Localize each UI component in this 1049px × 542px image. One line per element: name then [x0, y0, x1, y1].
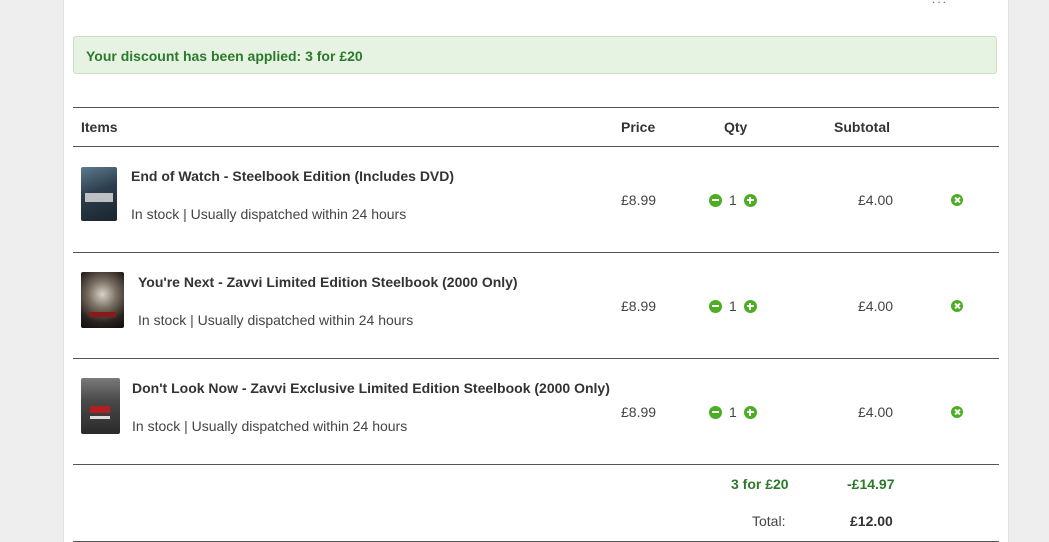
product-title[interactable]: You're Next - Zavvi Limited Edition Stee… [138, 274, 518, 290]
header-items: Items [81, 119, 118, 135]
top-fragment-text: ... [932, 0, 948, 6]
item-subtotal: £4.00 [858, 404, 894, 420]
basket-page: ... Your discount has been applied: 3 fo… [63, 0, 1009, 542]
remove-item-icon[interactable] [951, 194, 963, 206]
header-qty: Qty [724, 119, 748, 135]
table-header: Items Price Qty Subtotal [73, 107, 999, 147]
table-row: Don't Look Now - Zavvi Exclusive Limited… [73, 359, 999, 465]
increase-quantity-icon[interactable] [743, 405, 757, 419]
quantity-stepper: 1 [709, 191, 757, 209]
decrease-quantity-icon[interactable] [709, 299, 722, 313]
table-row: End of Watch - Steelbook Edition (Includ… [73, 147, 999, 253]
product-title[interactable]: Don't Look Now - Zavvi Exclusive Limited… [132, 380, 610, 396]
item-subtotal: £4.00 [858, 298, 894, 314]
item-price: £8.99 [621, 404, 657, 420]
quantity-value: 1 [729, 192, 737, 208]
quantity-value: 1 [729, 298, 737, 314]
header-price: Price [621, 119, 656, 135]
increase-quantity-icon[interactable] [743, 299, 757, 313]
item-price: £8.99 [621, 192, 657, 208]
stock-status: In stock | Usually dispatched within 24 … [132, 418, 408, 434]
quantity-stepper: 1 [709, 403, 757, 421]
product-thumbnail[interactable] [81, 378, 120, 434]
total-label: Total: [752, 513, 786, 529]
decrease-quantity-icon[interactable] [709, 193, 722, 207]
item-subtotal: £4.00 [858, 192, 894, 208]
table-row: You're Next - Zavvi Limited Edition Stee… [73, 253, 999, 359]
stock-status: In stock | Usually dispatched within 24 … [138, 312, 414, 328]
increase-quantity-icon[interactable] [743, 193, 757, 207]
product-thumbnail[interactable] [81, 272, 124, 328]
basket-summary: 3 for £20 -£14.97 Total: £12.00 [73, 465, 999, 542]
remove-item-icon[interactable] [951, 300, 963, 312]
total-value: £12.00 [850, 513, 893, 529]
decrease-quantity-icon[interactable] [709, 405, 722, 419]
header-subtotal: Subtotal [834, 119, 890, 135]
item-price: £8.99 [621, 298, 657, 314]
discount-label: 3 for £20 [731, 476, 789, 492]
quantity-value: 1 [729, 404, 737, 420]
quantity-stepper: 1 [709, 297, 757, 315]
remove-item-icon[interactable] [951, 406, 963, 418]
stock-status: In stock | Usually dispatched within 24 … [131, 206, 407, 222]
discount-value: -£14.97 [847, 476, 895, 492]
product-title[interactable]: End of Watch - Steelbook Edition (Includ… [131, 168, 454, 184]
product-thumbnail[interactable] [81, 167, 117, 221]
basket-table: Items Price Qty Subtotal End of Watch - … [73, 107, 999, 542]
discount-alert: Your discount has been applied: 3 for £2… [73, 36, 997, 74]
